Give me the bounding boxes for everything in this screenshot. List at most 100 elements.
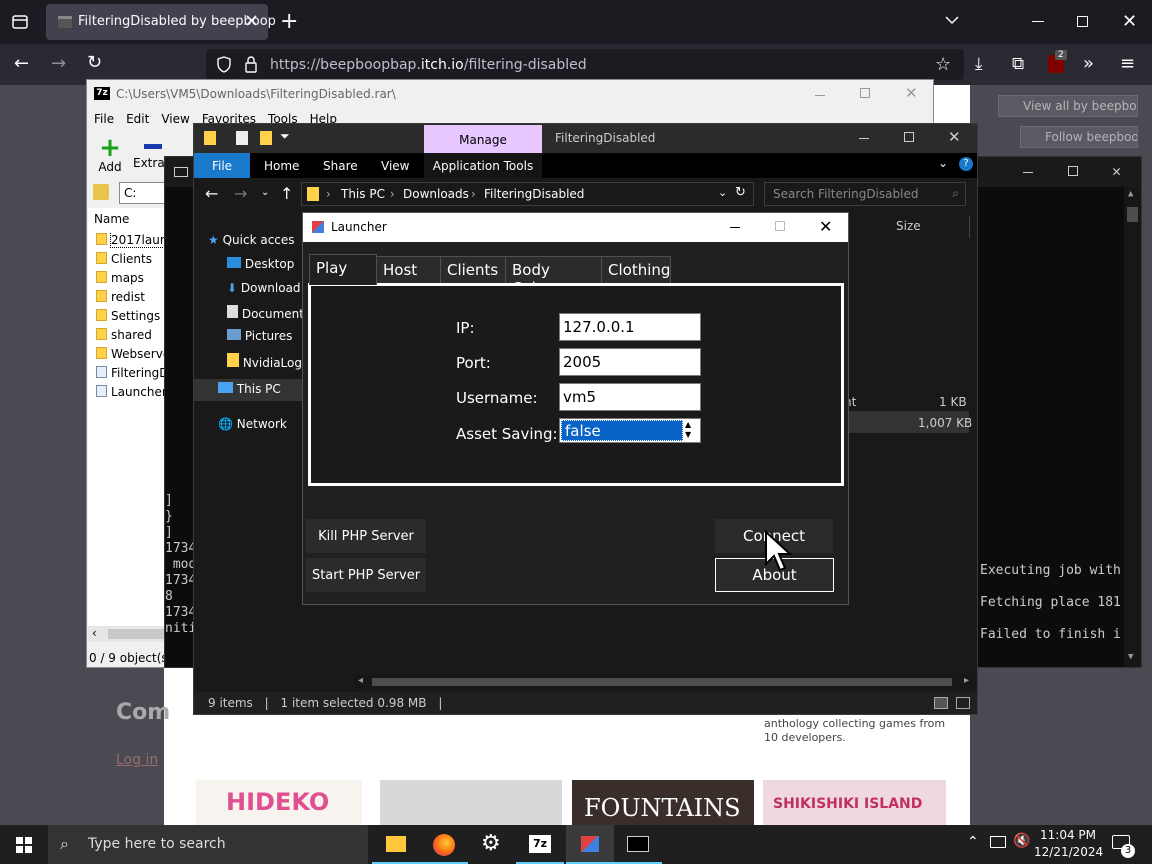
explorer-hscroll[interactable]: ◂ ▸ [354,674,977,690]
manage-tab[interactable]: Manage [424,125,542,153]
tab-host[interactable]: Host [376,256,441,284]
nav-pictures[interactable]: Pictures [227,329,292,343]
file-row[interactable]: maps [88,271,165,290]
url-bar[interactable]: https://beepboopbap.itch.io/filtering-di… [206,49,964,80]
refresh-icon[interactable]: ↻ [735,185,746,200]
file-row[interactable]: shared [88,328,165,347]
terminal-taskbar-icon[interactable] [614,825,662,864]
username-input[interactable]: vm5 [559,383,701,411]
new-tab-icon[interactable]: + [280,11,298,33]
launcher-taskbar-icon[interactable] [566,825,614,864]
ribbon-application-tools-tab[interactable]: Application Tools [424,153,542,178]
7zip-hscroll[interactable]: ‹ [88,626,165,642]
explorer-close-icon[interactable]: ✕ [948,128,961,146]
explorer-search-box[interactable]: Search FilteringDisabled ⌕ [764,182,966,206]
list-all-tabs-icon[interactable] [944,14,960,26]
file-row[interactable]: redist [88,290,165,309]
new-folder-icon[interactable] [260,131,272,145]
scroll-thumb[interactable] [108,629,165,639]
ip-input[interactable]: 127.0.0.1 [559,313,701,341]
console-scroll-up-icon[interactable]: ▲ [1128,189,1133,199]
column-header-size[interactable]: Size [896,219,921,233]
explorer-maximize-icon[interactable] [904,132,914,142]
game-thumbnail[interactable]: FOUNTAINS [572,780,754,825]
spinner-down-icon[interactable]: ▼ [685,430,691,440]
console-close-icon[interactable]: ✕ [1112,162,1121,180]
nav-back-icon[interactable]: ← [205,184,218,203]
close-icon[interactable]: ✕ [1122,11,1137,32]
file-row[interactable]: Clients [88,252,165,271]
nav-quick-access[interactable]: ★ Quick acces [208,233,295,247]
ribbon-home-tab[interactable]: Home [264,159,299,173]
ribbon-expand-icon[interactable]: ⌄ [938,156,948,170]
tray-overflow-icon[interactable]: ⌃ [967,834,979,850]
7zip-close-icon[interactable]: ✕ [905,84,918,102]
taskbar-search-box[interactable]: ⌕ Type here to search [48,825,368,864]
large-icons-view-icon[interactable] [956,697,970,709]
start-php-server-button[interactable]: Start PHP Server [306,558,426,592]
file-explorer-taskbar-icon[interactable] [372,825,420,864]
help-icon[interactable]: ? [959,157,973,171]
bookmark-star-icon[interactable]: ☆ [935,54,951,75]
extensions-icon[interactable]: ⧉ [1012,54,1024,74]
file-row[interactable]: Settings [88,309,165,328]
start-button[interactable] [0,825,48,864]
console-scrollbar[interactable]: ▲ ▼ [1124,187,1141,667]
settings-taskbar-icon[interactable]: ⚙ [468,825,516,864]
breadcrumb-filteringdisabled[interactable]: FilteringDisabled [484,187,584,201]
volume-icon[interactable]: 🔇 [1013,833,1030,849]
ribbon-view-tab[interactable]: View [381,159,409,173]
follow-button[interactable]: Follow beepboop [1020,126,1138,148]
game-thumbnail[interactable]: HIDEKO [196,780,362,825]
browser-tab-active[interactable]: FilteringDisabled by beepboop × [46,4,276,40]
tab-close-icon[interactable]: × [244,10,259,31]
nav-network[interactable]: 🌐 Network [218,417,287,431]
explorer-minimize-icon[interactable] [859,138,869,139]
file-row[interactable]: Launcher.e [88,385,165,404]
overflow-chevron-icon[interactable]: » [1083,53,1094,74]
tab-clothing[interactable]: Clothing [601,256,671,284]
nav-downloads[interactable]: ⬇ Download [227,281,301,295]
asset-saving-spinner[interactable]: false ▲ ▼ [559,418,701,443]
console-scroll-thumb[interactable] [1127,207,1138,222]
minimize-icon[interactable] [1032,21,1044,22]
breadcrumb-this-pc[interactable]: This PC [341,187,385,201]
login-link[interactable]: Log in [116,752,158,768]
hscroll-thumb[interactable] [372,678,952,686]
view-all-button[interactable]: View all by beepboop [998,95,1138,117]
file-row[interactable]: 2017launc [88,233,165,252]
menu-edit[interactable]: Edit [126,112,149,126]
details-view-icon[interactable] [934,697,948,709]
nav-documents[interactable]: Document [227,305,304,321]
app-menu-icon[interactable]: ≡ [1120,53,1135,74]
hscroll-right-icon[interactable]: ▸ [964,675,969,686]
hscroll-left-icon[interactable]: ◂ [358,675,363,686]
launcher-close-icon[interactable]: ✕ [819,217,832,236]
file-row[interactable]: FilteringDi [88,366,165,385]
nav-forward-icon[interactable]: → [234,184,247,203]
nav-nvidialog[interactable]: NvidiaLog [227,353,302,370]
properties-icon[interactable] [236,131,248,145]
nav-desktop[interactable]: Desktop [227,257,294,271]
up-folder-icon[interactable] [93,184,109,200]
network-tray-icon[interactable] [990,836,1006,848]
tab-body-colors[interactable]: Body Colors [505,256,602,297]
ribbon-share-tab[interactable]: Share [323,159,358,173]
menu-file[interactable]: File [94,112,114,126]
7zip-minimize-icon[interactable] [815,95,825,96]
qat-dropdown-icon[interactable]: ⏷ [280,129,290,144]
tab-list-icon[interactable] [10,12,30,32]
ribbon-file-tab[interactable]: File [194,153,250,178]
reload-icon[interactable]: ↻ [87,52,102,73]
address-dropdown-icon[interactable]: ⌄ [718,186,727,199]
console-minimize-icon[interactable] [1023,172,1033,173]
address-bar[interactable]: › This PC › Downloads › FilteringDisable… [301,182,754,206]
game-thumbnail[interactable]: SHIKISHIKI ISLAND [763,780,946,825]
kill-php-server-button[interactable]: Kill PHP Server [306,519,426,553]
console-maximize-icon[interactable] [1068,166,1078,176]
7zip-maximize-icon[interactable] [860,88,870,98]
forward-icon[interactable]: → [51,53,66,74]
tab-clients[interactable]: Clients [440,256,506,284]
add-button[interactable]: + Add [95,135,125,176]
launcher-minimize-icon[interactable] [730,227,740,228]
